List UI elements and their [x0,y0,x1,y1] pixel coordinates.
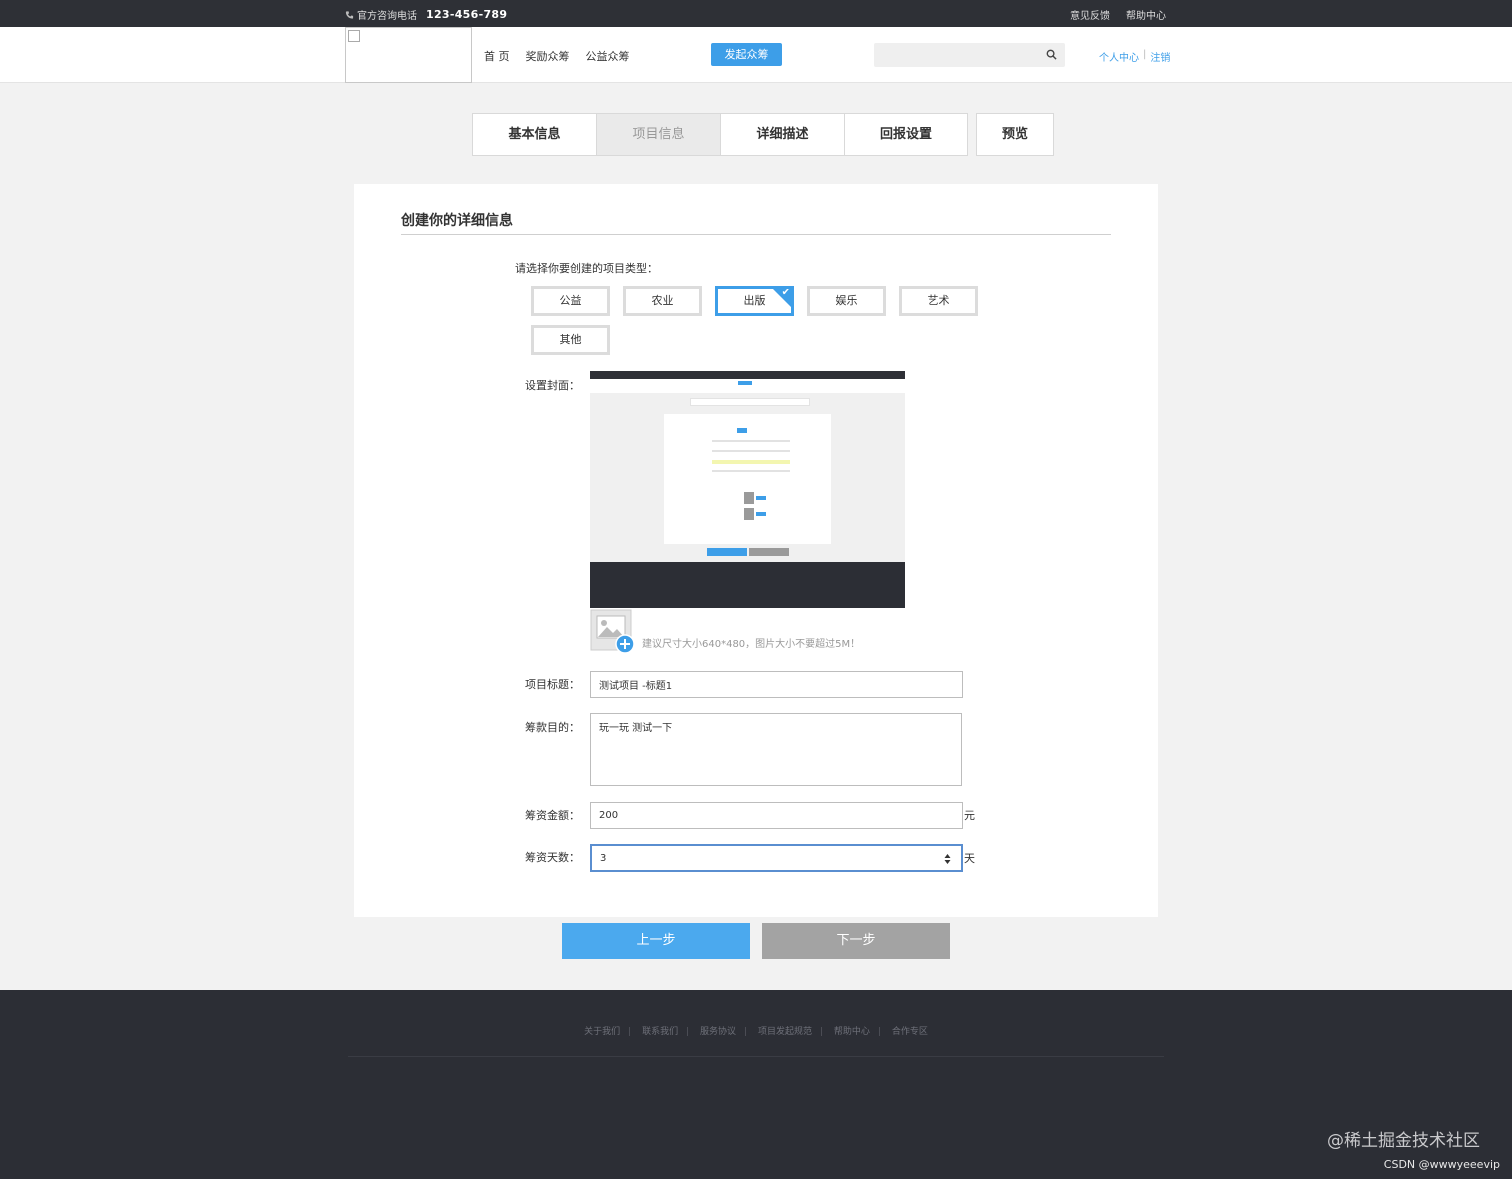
user-center-link[interactable]: 个人中心 [1099,49,1139,64]
watermark-site: @稀土掘金技术社区 [1327,1131,1480,1151]
tab-project-info[interactable]: 项目信息 [596,113,720,156]
nav-charity-crowdfunding[interactable]: 公益众筹 [586,48,630,64]
prev-step-button[interactable]: 上一步 [562,923,750,959]
site-footer: 关于我们 | 联系我们 | 服务协议 | 项目发起规范 | 帮助中心 | 合作专区 [0,990,1512,1179]
tab-preview[interactable]: 预览 [976,113,1054,156]
footer-link-cooperation[interactable]: 合作专区 [892,1027,928,1037]
divider [401,234,1111,235]
hotline: 官方咨询电话 123-456-789 [345,7,507,22]
hotline-label: 官方咨询电话 [357,11,417,22]
footer-link-contact[interactable]: 联系我们 [642,1027,678,1037]
main-nav: 首 页 奖励众筹 公益众筹 [484,48,630,64]
next-step-button[interactable]: 下一步 [762,923,950,959]
type-option-publishing[interactable]: 出版 ✔ [715,286,794,316]
tab-basic-info[interactable]: 基本信息 [472,113,596,156]
search-icon[interactable] [1046,49,1057,60]
broken-image-icon [348,30,360,42]
divider: | [1143,49,1147,60]
phone-icon [345,10,354,19]
step-tabs: 基本信息 项目信息 详细描述 回报设置 [472,113,968,156]
days-value: 3 [600,853,607,864]
amount-label: 筹资金额： [525,809,580,822]
type-option-art[interactable]: 艺术 [899,286,978,316]
amount-unit: 元 [964,809,975,822]
type-option-entertainment[interactable]: 娱乐 [807,286,886,316]
top-bar: 官方咨询电话 123-456-789 意见反馈 帮助中心 [0,0,1512,27]
form-card: 创建你的详细信息 请选择你要创建的项目类型： 公益 农业 出版 ✔ 娱乐 艺术 … [354,184,1158,917]
type-option-charity[interactable]: 公益 [531,286,610,316]
add-image-icon[interactable] [590,609,634,653]
logo[interactable] [345,27,472,83]
help-center-link[interactable]: 帮助中心 [1126,7,1166,22]
watermark-author: CSDN @wwwyeeevip [1383,1158,1500,1171]
nav-reward-crowdfunding[interactable]: 奖励众筹 [526,48,570,64]
launch-crowdfunding-button[interactable]: 发起众筹 [711,43,782,66]
days-label: 筹资天数： [525,851,580,864]
project-title-input[interactable] [590,671,963,698]
type-prompt: 请选择你要创建的项目类型： [515,262,658,275]
footer-links: 关于我们 | 联系我们 | 服务协议 | 项目发起规范 | 帮助中心 | 合作专区 [584,1027,928,1037]
spinner-arrows-icon[interactable] [944,853,951,865]
site-header: 首 页 奖励众筹 公益众筹 发起众筹 个人中心 | 注销 [0,27,1512,83]
cover-label: 设置封面： [525,379,580,392]
nav-home[interactable]: 首 页 [484,48,510,64]
cover-image [590,371,905,608]
purpose-textarea[interactable]: 玩一玩 测试一下 [590,713,962,786]
amount-input[interactable] [590,802,963,829]
search-input[interactable] [874,43,1034,67]
feedback-link[interactable]: 意见反馈 [1070,7,1110,22]
type-option-agriculture[interactable]: 农业 [623,286,702,316]
days-unit: 天 [964,852,975,865]
footer-link-help[interactable]: 帮助中心 [834,1027,870,1037]
footer-link-about[interactable]: 关于我们 [584,1027,620,1037]
tab-reward-settings[interactable]: 回报设置 [844,113,968,156]
days-stepper[interactable]: 3 [590,844,963,872]
upload-hint: 建议尺寸大小640*480，图片大小不要超过5M！ [642,639,861,650]
divider [348,1056,1164,1057]
footer-link-agreement[interactable]: 服务协议 [700,1027,736,1037]
search-box [874,43,1065,67]
footer-link-rules[interactable]: 项目发起规范 [758,1027,812,1037]
check-icon: ✔ [781,287,790,298]
hotline-number: 123-456-789 [426,8,508,21]
project-title-label: 项目标题： [525,678,580,691]
form-title: 创建你的详细信息 [401,213,513,229]
purpose-label: 筹款目的： [525,721,580,734]
tab-detail-description[interactable]: 详细描述 [720,113,844,156]
logout-link[interactable]: 注销 [1150,49,1170,64]
type-option-other[interactable]: 其他 [531,325,610,355]
type-option-label: 出版 [743,294,766,307]
